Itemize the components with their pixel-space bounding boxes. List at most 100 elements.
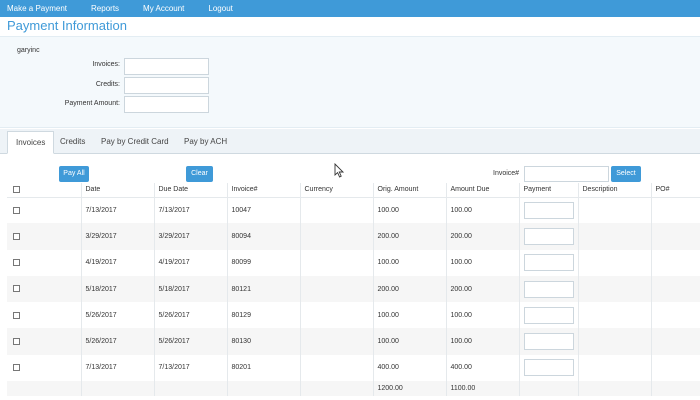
po-cell [650,249,700,276]
row-checkbox[interactable] [13,285,20,293]
currency-cell [299,328,373,355]
currency-cell [299,302,373,329]
po-cell [650,354,700,382]
total-amount-due: 1100.00 [445,381,519,397]
orig-amount-cell: 200.00 [372,223,446,250]
currency-cell [299,275,373,303]
totals-empty-cell [299,381,373,397]
due-date-cell: 5/26/2017 [153,302,227,329]
tab-credits[interactable]: Credits [52,131,93,154]
amount-due-cell: 100.00 [445,302,519,329]
currency-cell [299,197,373,224]
select-all-checkbox[interactable] [13,186,20,194]
payment-amount-field[interactable] [124,96,209,113]
row-checkbox[interactable] [13,232,20,240]
totals-empty-cell [7,381,81,397]
payment-input[interactable] [523,227,574,245]
nav-make-payment[interactable]: Make a Payment [7,4,67,13]
row-select-cell [7,197,81,223]
description-cell [577,328,651,355]
date-cell: 4/19/2017 [80,249,154,276]
invoice-cell: 80129 [226,302,300,329]
row-select-cell [7,302,81,328]
date-cell: 3/29/2017 [80,223,154,250]
payment-input[interactable] [523,201,574,219]
credits-field[interactable] [124,77,209,94]
nav-logout[interactable]: Logout [208,4,232,13]
description-cell [577,302,651,329]
row-select-cell [7,328,81,355]
select-button[interactable]: Select [611,166,641,182]
currency-cell [299,354,373,382]
total-orig-amount: 1200.00 [372,381,446,397]
description-cell [577,275,651,303]
po-cell [650,302,700,329]
column-header-description[interactable]: Description [577,183,651,198]
totals-row: 1200.00 1100.00 [7,381,700,397]
tab-pay-by-ach[interactable]: Pay by ACH [176,131,235,154]
date-cell: 5/18/2017 [80,275,154,303]
column-header-po[interactable]: PO# [650,183,700,198]
invoice-search-input[interactable] [524,166,609,182]
customer-name: garyinc [17,47,40,54]
column-header-invoice[interactable]: Invoice# [226,183,300,198]
column-header-date[interactable]: Date [80,183,154,198]
payment-input[interactable] [523,306,574,324]
payment-input[interactable] [523,333,574,351]
po-cell [650,197,700,224]
invoices-label: Invoices: [92,61,120,68]
row-checkbox[interactable] [13,364,20,372]
payment-input[interactable] [523,280,574,298]
orig-amount-cell: 100.00 [372,302,446,329]
invoice-cell: 10047 [226,197,300,224]
row-select-cell [7,275,81,303]
totals-empty-cell [650,381,700,397]
due-date-cell: 5/18/2017 [153,275,227,303]
pay-all-button[interactable]: Pay All [59,166,89,182]
row-checkbox[interactable] [13,259,20,267]
amount-due-cell: 100.00 [445,197,519,224]
payment-cell [518,197,578,224]
invoices-field[interactable] [124,58,209,75]
invoice-cell: 80130 [226,328,300,355]
table-header-row: Date Due Date Invoice# Currency Orig. Am… [7,183,700,198]
orig-amount-cell: 200.00 [372,275,446,303]
payment-cell [518,275,578,303]
select-all-header [7,183,81,198]
totals-empty-cell [80,381,154,397]
date-cell: 5/26/2017 [80,328,154,355]
column-header-payment[interactable]: Payment [518,183,578,198]
nav-my-account[interactable]: My Account [143,4,184,13]
amount-due-cell: 400.00 [445,354,519,382]
column-header-due-date[interactable]: Due Date [153,183,227,198]
column-header-currency[interactable]: Currency [299,183,373,198]
due-date-cell: 5/26/2017 [153,328,227,355]
amount-due-cell: 100.00 [445,249,519,276]
payment-input[interactable] [523,359,574,377]
tab-invoices[interactable]: Invoices [7,131,55,154]
row-checkbox[interactable] [13,337,20,345]
description-cell [577,249,651,276]
table-row: 5/18/2017 5/18/2017 80121 200.00 200.00 [7,275,700,303]
payment-input[interactable] [523,254,574,272]
clear-button[interactable]: Clear [186,166,213,182]
row-select-cell [7,250,81,276]
invoice-cell: 80099 [226,249,300,276]
payment-cell [518,302,578,329]
row-select-cell [7,223,81,250]
currency-cell [299,223,373,250]
nav-reports[interactable]: Reports [91,4,119,13]
column-header-amount-due[interactable]: Amount Due [445,183,519,198]
currency-cell [299,249,373,276]
orig-amount-cell: 100.00 [372,197,446,224]
credits-label: Credits: [95,81,120,88]
tab-pay-by-credit-card[interactable]: Pay by Credit Card [93,131,177,154]
row-checkbox[interactable] [13,311,20,319]
mouse-cursor-icon [334,163,345,178]
row-checkbox[interactable] [13,206,20,214]
invoice-search-label: Invoice# [493,170,520,177]
amount-due-cell: 200.00 [445,275,519,303]
invoices-table: Date Due Date Invoice# Currency Orig. Am… [7,183,700,397]
description-cell [577,354,651,382]
column-header-orig-amount[interactable]: Orig. Amount [372,183,446,198]
